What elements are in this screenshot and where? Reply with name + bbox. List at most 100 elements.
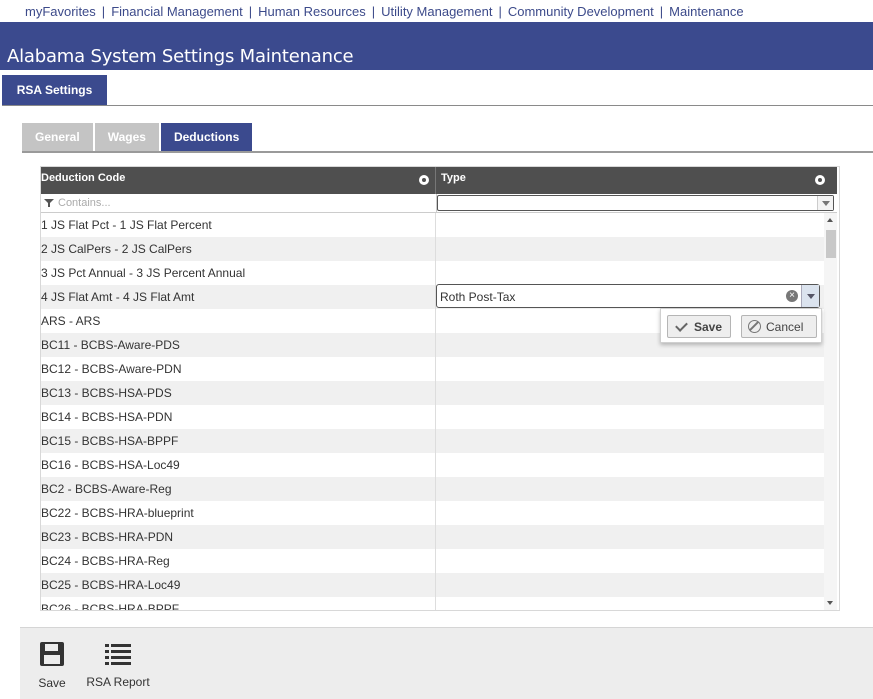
chevron-down-icon[interactable]	[817, 196, 833, 210]
nav-community-development[interactable]: Community Development	[508, 4, 654, 19]
type-editor-combobox[interactable]: Roth Post-Tax ×	[436, 284, 820, 308]
column-divider	[435, 501, 436, 525]
column-divider	[435, 309, 436, 333]
row-cancel-button[interactable]: Cancel	[741, 315, 817, 338]
table-row[interactable]: BC12 - BCBS-Aware-PDN	[41, 357, 824, 381]
list-icon	[105, 643, 131, 665]
clear-icon[interactable]: ×	[786, 290, 798, 302]
deductions-grid: Deduction Code Type 1 JS Flat Pct - 1 JS…	[40, 166, 840, 611]
code-filter-input[interactable]	[58, 197, 418, 209]
row-save-label: Save	[694, 319, 723, 334]
column-header-type[interactable]: Type	[437, 167, 837, 194]
column-divider	[435, 573, 436, 597]
nav-separator: |	[659, 3, 664, 19]
tab-divider	[2, 105, 873, 106]
column-divider	[435, 381, 436, 405]
deduction-code-cell: 2 JS CalPers - 2 JS CalPers	[41, 242, 192, 256]
table-row[interactable]: BC13 - BCBS-HSA-PDS	[41, 381, 824, 405]
deduction-code-cell: BC13 - BCBS-HSA-PDS	[41, 386, 172, 400]
floppy-disk-icon	[40, 642, 64, 666]
filter-icon[interactable]	[44, 198, 54, 208]
top-navigation: myFavorites | Financial Management | Hum…	[0, 0, 873, 22]
column-divider	[435, 597, 436, 610]
column-divider	[435, 453, 436, 477]
nav-utility-management[interactable]: Utility Management	[381, 4, 492, 19]
table-row[interactable]: BC25 - BCBS-HRA-Loc49	[41, 573, 824, 597]
row-edit-popup: Save Cancel	[660, 308, 822, 343]
table-row[interactable]: 1 JS Flat Pct - 1 JS Flat Percent	[41, 213, 824, 237]
column-title: Deduction Code	[41, 172, 126, 184]
deduction-code-cell: BC12 - BCBS-Aware-PDN	[41, 362, 182, 376]
deduction-code-cell: BC23 - BCBS-HRA-PDN	[41, 530, 174, 544]
check-icon	[675, 318, 688, 332]
rsa-report-label: RSA Report	[86, 675, 150, 689]
tab-rsa-settings[interactable]: RSA Settings	[2, 75, 107, 105]
deduction-code-cell: BC15 - BCBS-HSA-BPPF	[41, 434, 179, 448]
column-header-deduction-code[interactable]: Deduction Code	[41, 167, 436, 194]
table-row[interactable]: BC2 - BCBS-Aware-Reg	[41, 477, 824, 501]
toolbar-save-button[interactable]: Save	[38, 642, 66, 690]
bottom-toolbar: Save RSA Report	[20, 627, 873, 699]
row-save-button[interactable]: Save	[667, 315, 731, 338]
grid-header: Deduction Code Type	[41, 167, 837, 194]
gear-icon[interactable]	[815, 175, 825, 185]
table-row[interactable]: 2 JS CalPers - 2 JS CalPers	[41, 237, 824, 261]
scroll-up-icon[interactable]	[827, 218, 833, 222]
nav-separator: |	[371, 3, 376, 19]
title-bar: Alabama System Settings Maintenance	[0, 22, 873, 70]
deduction-code-cell: ARS - ARS	[41, 314, 101, 328]
deduction-code-cell: 1 JS Flat Pct - 1 JS Flat Percent	[41, 218, 212, 232]
rsa-report-button[interactable]: RSA Report	[86, 642, 150, 689]
column-divider	[435, 477, 436, 501]
deduction-code-cell: BC2 - BCBS-Aware-Reg	[41, 482, 172, 496]
code-filter	[41, 195, 435, 211]
column-divider	[435, 429, 436, 453]
nav-separator: |	[248, 3, 253, 19]
nav-human-resources[interactable]: Human Resources	[258, 4, 366, 19]
deduction-code-cell: 4 JS Flat Amt - 4 JS Flat Amt	[41, 290, 195, 304]
column-divider	[435, 237, 436, 261]
column-divider	[435, 549, 436, 573]
chevron-down-icon[interactable]	[801, 285, 819, 307]
scroll-down-icon[interactable]	[827, 601, 833, 605]
table-row[interactable]: BC15 - BCBS-HSA-BPPF	[41, 429, 824, 453]
table-row[interactable]: BC24 - BCBS-HRA-Reg	[41, 549, 824, 573]
deduction-code-cell: 3 JS Pct Annual - 3 JS Percent Annual	[41, 266, 246, 280]
table-row[interactable]: BC23 - BCBS-HRA-PDN	[41, 525, 824, 549]
toolbar-save-label: Save	[38, 676, 66, 690]
column-divider	[435, 405, 436, 429]
row-cancel-label: Cancel	[766, 319, 804, 334]
column-divider	[435, 357, 436, 381]
gear-icon[interactable]	[419, 175, 429, 185]
column-title: Type	[441, 172, 466, 184]
table-row[interactable]: BC22 - BCBS-HRA-blueprint	[41, 501, 824, 525]
nav-separator: |	[101, 3, 106, 19]
column-divider	[435, 213, 436, 237]
tab-general[interactable]: General	[22, 123, 93, 151]
deduction-code-cell: BC26 - BCBS-HRA-BPPF	[41, 602, 180, 611]
type-filter-select[interactable]	[437, 195, 834, 211]
grid-rows: 1 JS Flat Pct - 1 JS Flat Percent 2 JS C…	[41, 213, 824, 611]
deduction-code-cell: BC14 - BCBS-HSA-PDN	[41, 410, 173, 424]
scrollbar-thumb[interactable]	[826, 230, 836, 258]
nav-financial-management[interactable]: Financial Management	[111, 4, 243, 19]
deduction-code-cell: BC11 - BCBS-Aware-PDS	[41, 338, 180, 352]
filter-row	[41, 194, 837, 213]
column-divider	[435, 525, 436, 549]
nav-maintenance[interactable]: Maintenance	[669, 4, 743, 19]
deduction-code-cell: BC22 - BCBS-HRA-blueprint	[41, 506, 194, 520]
page-title: Alabama System Settings Maintenance	[7, 46, 354, 67]
vertical-scrollbar[interactable]	[824, 213, 837, 610]
subtab-bar: General Wages Deductions	[22, 123, 254, 151]
nav-separator: |	[498, 3, 502, 19]
table-row[interactable]: BC16 - BCBS-HSA-Loc49	[41, 453, 824, 477]
column-divider	[435, 333, 436, 357]
type-editor-value: Roth Post-Tax	[440, 290, 516, 304]
deduction-code-cell: BC16 - BCBS-HSA-Loc49	[41, 458, 180, 472]
table-row[interactable]: BC14 - BCBS-HSA-PDN	[41, 405, 824, 429]
table-row[interactable]: 3 JS Pct Annual - 3 JS Percent Annual	[41, 261, 824, 285]
table-row[interactable]: BC26 - BCBS-HRA-BPPF	[41, 597, 824, 611]
tab-deductions[interactable]: Deductions	[160, 123, 253, 151]
tab-wages[interactable]: Wages	[94, 123, 159, 151]
nav-myfavorites[interactable]: myFavorites	[25, 4, 96, 19]
